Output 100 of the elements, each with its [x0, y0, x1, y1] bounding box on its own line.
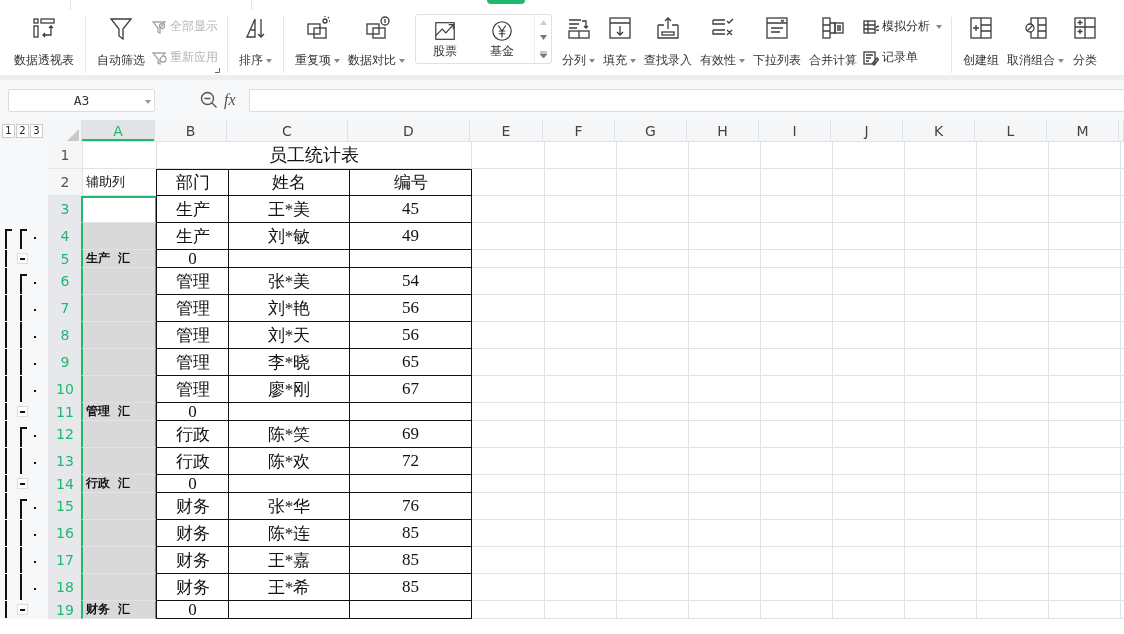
grid-cell[interactable]: [617, 520, 689, 547]
grid-cell[interactable]: [472, 520, 545, 547]
grid-cell[interactable]: [617, 493, 689, 520]
grid-cell[interactable]: [617, 349, 689, 376]
grid-cell[interactable]: [545, 250, 617, 268]
collapse-button[interactable]: [17, 253, 28, 264]
grid-cell[interactable]: [472, 268, 545, 295]
grid-cell[interactable]: [905, 403, 977, 421]
grid-cell[interactable]: [761, 223, 833, 250]
ribbon-button[interactable]: 排序: [236, 11, 275, 73]
grid-cell[interactable]: [977, 475, 1049, 493]
table-cell[interactable]: 56: [350, 322, 472, 349]
grid-cell[interactable]: [617, 142, 689, 169]
table-cell[interactable]: 0: [156, 250, 229, 268]
grid-cell[interactable]: [905, 376, 977, 403]
grid-cell[interactable]: [1049, 448, 1121, 475]
grid-cell[interactable]: [761, 547, 833, 574]
grid-cell[interactable]: [472, 403, 545, 421]
selected-cell[interactable]: [81, 295, 157, 322]
ribbon-button[interactable]: 分类: [1069, 11, 1101, 73]
grid-cell[interactable]: [617, 223, 689, 250]
grid-cell[interactable]: [617, 322, 689, 349]
grid-cell[interactable]: [472, 223, 545, 250]
column-header[interactable]: K: [903, 120, 975, 142]
grid-cell[interactable]: [545, 601, 617, 619]
grid-cell[interactable]: [545, 223, 617, 250]
selected-cell[interactable]: [81, 349, 157, 376]
table-cell[interactable]: 0: [156, 403, 229, 421]
column-header[interactable]: D: [348, 120, 470, 142]
grid-cell[interactable]: [905, 268, 977, 295]
grid-cell[interactable]: [833, 142, 905, 169]
grid-cell[interactable]: [833, 448, 905, 475]
grid-cell[interactable]: [472, 142, 545, 169]
grid-cell[interactable]: [689, 376, 761, 403]
grid-cell[interactable]: [905, 574, 977, 601]
grid-cell[interactable]: [617, 601, 689, 619]
subtotal-label[interactable]: 财务 汇: [81, 601, 157, 619]
grid-cell[interactable]: [761, 250, 833, 268]
grid-cell[interactable]: [761, 601, 833, 619]
grid-cell[interactable]: [1049, 196, 1121, 223]
column-header[interactable]: [1119, 120, 1124, 142]
grid-cell[interactable]: [761, 268, 833, 295]
column-header[interactable]: J: [831, 120, 903, 142]
column-header[interactable]: C: [227, 120, 348, 142]
grid-cell[interactable]: [977, 142, 1049, 169]
grid-cell[interactable]: [1049, 547, 1121, 574]
column-header[interactable]: F: [543, 120, 615, 142]
table-cell[interactable]: [229, 250, 350, 268]
grid-cell[interactable]: [1049, 520, 1121, 547]
ribbon-button[interactable]: 模拟分析: [863, 18, 942, 35]
grid-cell[interactable]: [545, 448, 617, 475]
grid-cell[interactable]: [1049, 295, 1121, 322]
column-header[interactable]: H: [687, 120, 759, 142]
outline-level-button[interactable]: 2: [16, 123, 29, 138]
ribbon-button[interactable]: 合并计算: [806, 11, 860, 73]
table-cell[interactable]: 管理: [156, 349, 229, 376]
table-cell[interactable]: 49: [350, 223, 472, 250]
grid-cell[interactable]: [1049, 142, 1121, 169]
table-cell[interactable]: [350, 403, 472, 421]
table-cell[interactable]: 0: [156, 601, 229, 619]
column-heading[interactable]: 部门: [156, 169, 229, 196]
grid-cell[interactable]: [833, 268, 905, 295]
table-cell[interactable]: 李*晓: [229, 349, 350, 376]
subtotal-label[interactable]: 行政 汇: [81, 475, 157, 493]
grid-cell[interactable]: [617, 169, 689, 196]
grid-cell[interactable]: [617, 403, 689, 421]
grid-cell[interactable]: [977, 574, 1049, 601]
scroll-up-icon[interactable]: [539, 20, 547, 26]
grid-cell[interactable]: [761, 196, 833, 223]
grid-cell[interactable]: [1049, 268, 1121, 295]
formula-input[interactable]: [249, 88, 1124, 112]
selected-cell[interactable]: [81, 322, 157, 349]
grid-cell[interactable]: [761, 520, 833, 547]
column-label[interactable]: 辅助列: [83, 169, 157, 196]
grid-cell[interactable]: [545, 547, 617, 574]
table-cell[interactable]: 67: [350, 376, 472, 403]
grid-cell[interactable]: [1049, 574, 1121, 601]
table-cell[interactable]: 管理: [156, 268, 229, 295]
grid-cell[interactable]: [1049, 250, 1121, 268]
grid-cell[interactable]: [617, 295, 689, 322]
table-cell[interactable]: [350, 601, 472, 619]
grid-cell[interactable]: [545, 475, 617, 493]
grid-cell[interactable]: [472, 349, 545, 376]
grid-cell[interactable]: [1049, 223, 1121, 250]
grid-cell[interactable]: [1049, 169, 1121, 196]
grid-cell[interactable]: [905, 421, 977, 448]
table-cell[interactable]: 陈*笑: [229, 421, 350, 448]
grid-cell[interactable]: [761, 322, 833, 349]
grid-cell[interactable]: [1049, 475, 1121, 493]
grid-cell[interactable]: [977, 448, 1049, 475]
column-heading[interactable]: 编号: [350, 169, 472, 196]
column-header[interactable]: E: [470, 120, 543, 142]
grid-cell[interactable]: [689, 196, 761, 223]
grid-cell[interactable]: [905, 142, 977, 169]
table-cell[interactable]: 王*希: [229, 574, 350, 601]
grid-cell[interactable]: [617, 376, 689, 403]
grid-cell[interactable]: [545, 295, 617, 322]
ribbon-button[interactable]: 有效性: [697, 11, 748, 73]
table-cell[interactable]: 王*嘉: [229, 547, 350, 574]
table-cell[interactable]: [350, 475, 472, 493]
